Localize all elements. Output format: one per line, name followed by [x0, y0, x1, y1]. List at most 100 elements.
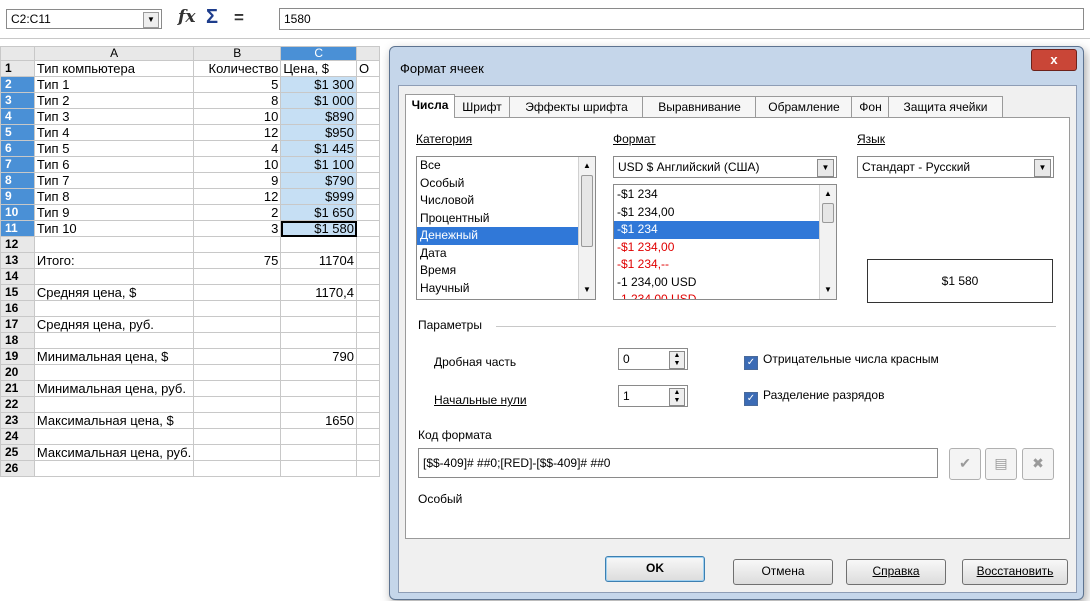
format-scrollbar[interactable]: ▲ ▼ — [819, 185, 836, 299]
cell-b[interactable] — [193, 300, 282, 317]
cell-b[interactable] — [193, 284, 282, 301]
cell-c[interactable]: 11704 — [280, 252, 357, 269]
cell-d[interactable] — [356, 252, 380, 269]
close-button[interactable]: x — [1031, 49, 1077, 71]
cell-a[interactable]: Тип 1 — [33, 76, 195, 93]
format-item[interactable]: -1 234,00 USD — [614, 274, 836, 292]
function-wizard-icon[interactable]: fx — [178, 7, 195, 27]
row-header[interactable]: 22 — [0, 396, 35, 413]
cell-d[interactable] — [356, 204, 380, 221]
row-header[interactable]: 11 — [0, 220, 35, 237]
decimals-spinner[interactable]: 0 ▲ ▼ — [618, 348, 688, 370]
cell-b[interactable]: 3 — [193, 220, 282, 237]
cell-d[interactable] — [356, 428, 380, 445]
cancel-button[interactable]: Отмена — [733, 559, 833, 585]
cell-c[interactable]: $890 — [280, 108, 357, 125]
cell-c[interactable]: $1 650 — [280, 204, 357, 221]
thousands-separator-checkbox[interactable]: ✓ Разделение разрядов — [744, 388, 884, 406]
cell-a[interactable]: Тип 4 — [33, 124, 195, 141]
row-header[interactable]: 25 — [0, 444, 35, 461]
row-header[interactable]: 18 — [0, 332, 35, 349]
cell-d[interactable] — [356, 172, 380, 189]
delete-code-button[interactable]: ✖ — [1022, 448, 1054, 480]
cell-a[interactable] — [33, 332, 195, 349]
cell-b[interactable]: 5 — [193, 76, 282, 93]
formula-input[interactable]: 1580 — [279, 8, 1084, 30]
cell-a[interactable]: Тип 3 — [33, 108, 195, 125]
cell-c[interactable] — [280, 268, 357, 285]
cell-c[interactable] — [280, 332, 357, 349]
cell-b[interactable]: 4 — [193, 140, 282, 157]
corner-cell[interactable] — [0, 46, 35, 61]
checkmark-icon[interactable]: ✓ — [744, 392, 758, 406]
scroll-down-icon[interactable]: ▼ — [579, 283, 595, 297]
category-item[interactable]: Процентный — [417, 210, 595, 228]
cell-a[interactable]: Тип 2 — [33, 92, 195, 109]
cell-c[interactable]: $1 000 — [280, 92, 357, 109]
tab-background[interactable]: Фон — [851, 96, 890, 117]
cell-c[interactable] — [280, 364, 357, 381]
tab-borders[interactable]: Обрамление — [755, 96, 853, 117]
tab-numbers[interactable]: Числа — [405, 94, 455, 118]
cell-a[interactable]: Максимальная цена, руб. — [33, 444, 195, 461]
cell-d[interactable] — [356, 284, 380, 301]
cell-c[interactable]: Цена, $ — [280, 60, 357, 77]
cell-a[interactable]: Тип 9 — [33, 204, 195, 221]
scroll-up-icon[interactable]: ▲ — [820, 187, 836, 201]
cell-a[interactable] — [33, 428, 195, 445]
format-item[interactable]: -$1 234 — [614, 186, 836, 204]
chevron-down-icon[interactable]: ▼ — [817, 159, 834, 177]
function-equals-button[interactable]: = — [234, 8, 244, 28]
sum-icon[interactable]: Σ — [206, 6, 218, 29]
cell-b[interactable] — [193, 396, 282, 413]
cell-b[interactable] — [193, 348, 282, 365]
format-code-input[interactable]: [$$-409]# ##0;[RED]-[$$-409]# ##0 — [418, 448, 938, 478]
cell-d[interactable] — [356, 348, 380, 365]
cell-d[interactable] — [356, 380, 380, 397]
tab-alignment[interactable]: Выравнивание — [642, 96, 757, 117]
row-header[interactable]: 6 — [0, 140, 35, 157]
cell-a[interactable]: Тип 8 — [33, 188, 195, 205]
cell-d[interactable]: О — [356, 60, 380, 77]
row-header[interactable]: 19 — [0, 348, 35, 365]
cell-c[interactable] — [280, 300, 357, 317]
negative-red-checkbox[interactable]: ✓ Отрицательные числа красным — [744, 352, 939, 370]
cell-b[interactable]: 75 — [193, 252, 282, 269]
cell-a[interactable]: Тип 7 — [33, 172, 195, 189]
cell-d[interactable] — [356, 236, 380, 253]
help-button[interactable]: Справка — [846, 559, 946, 585]
cell-d[interactable] — [356, 332, 380, 349]
cell-d[interactable] — [356, 412, 380, 429]
cell-b[interactable] — [193, 332, 282, 349]
cell-c[interactable] — [280, 380, 357, 397]
row-header[interactable]: 13 — [0, 252, 35, 269]
cell-a[interactable] — [33, 364, 195, 381]
row-header[interactable]: 8 — [0, 172, 35, 189]
cell-d[interactable] — [356, 188, 380, 205]
cell-c[interactable] — [280, 460, 357, 477]
cell-c[interactable]: $950 — [280, 124, 357, 141]
cell-a[interactable] — [33, 268, 195, 285]
category-scrollbar[interactable]: ▲ ▼ — [578, 157, 595, 299]
cell-a[interactable]: Средняя цена, руб. — [33, 316, 195, 333]
cell-d[interactable] — [356, 300, 380, 317]
category-item[interactable]: Денежный — [417, 227, 595, 245]
leading-zeros-spinner[interactable]: 1 ▲ ▼ — [618, 385, 688, 407]
cell-d[interactable] — [356, 220, 380, 237]
cell-d[interactable] — [356, 444, 380, 461]
category-item[interactable]: Особый — [417, 175, 595, 193]
cell-d[interactable] — [356, 108, 380, 125]
cell-b[interactable]: 2 — [193, 204, 282, 221]
cell-d[interactable] — [356, 92, 380, 109]
row-header[interactable]: 12 — [0, 236, 35, 253]
scroll-thumb[interactable] — [581, 175, 593, 247]
row-header[interactable]: 3 — [0, 92, 35, 109]
cell-d[interactable] — [356, 76, 380, 93]
cell-d[interactable] — [356, 460, 380, 477]
row-header[interactable]: 26 — [0, 460, 35, 477]
cell-a[interactable]: Средняя цена, $ — [33, 284, 195, 301]
scroll-thumb[interactable] — [822, 203, 834, 223]
cell-a[interactable]: Итого: — [33, 252, 195, 269]
cell-b[interactable] — [193, 236, 282, 253]
edit-comment-button[interactable]: ▤ — [985, 448, 1017, 480]
